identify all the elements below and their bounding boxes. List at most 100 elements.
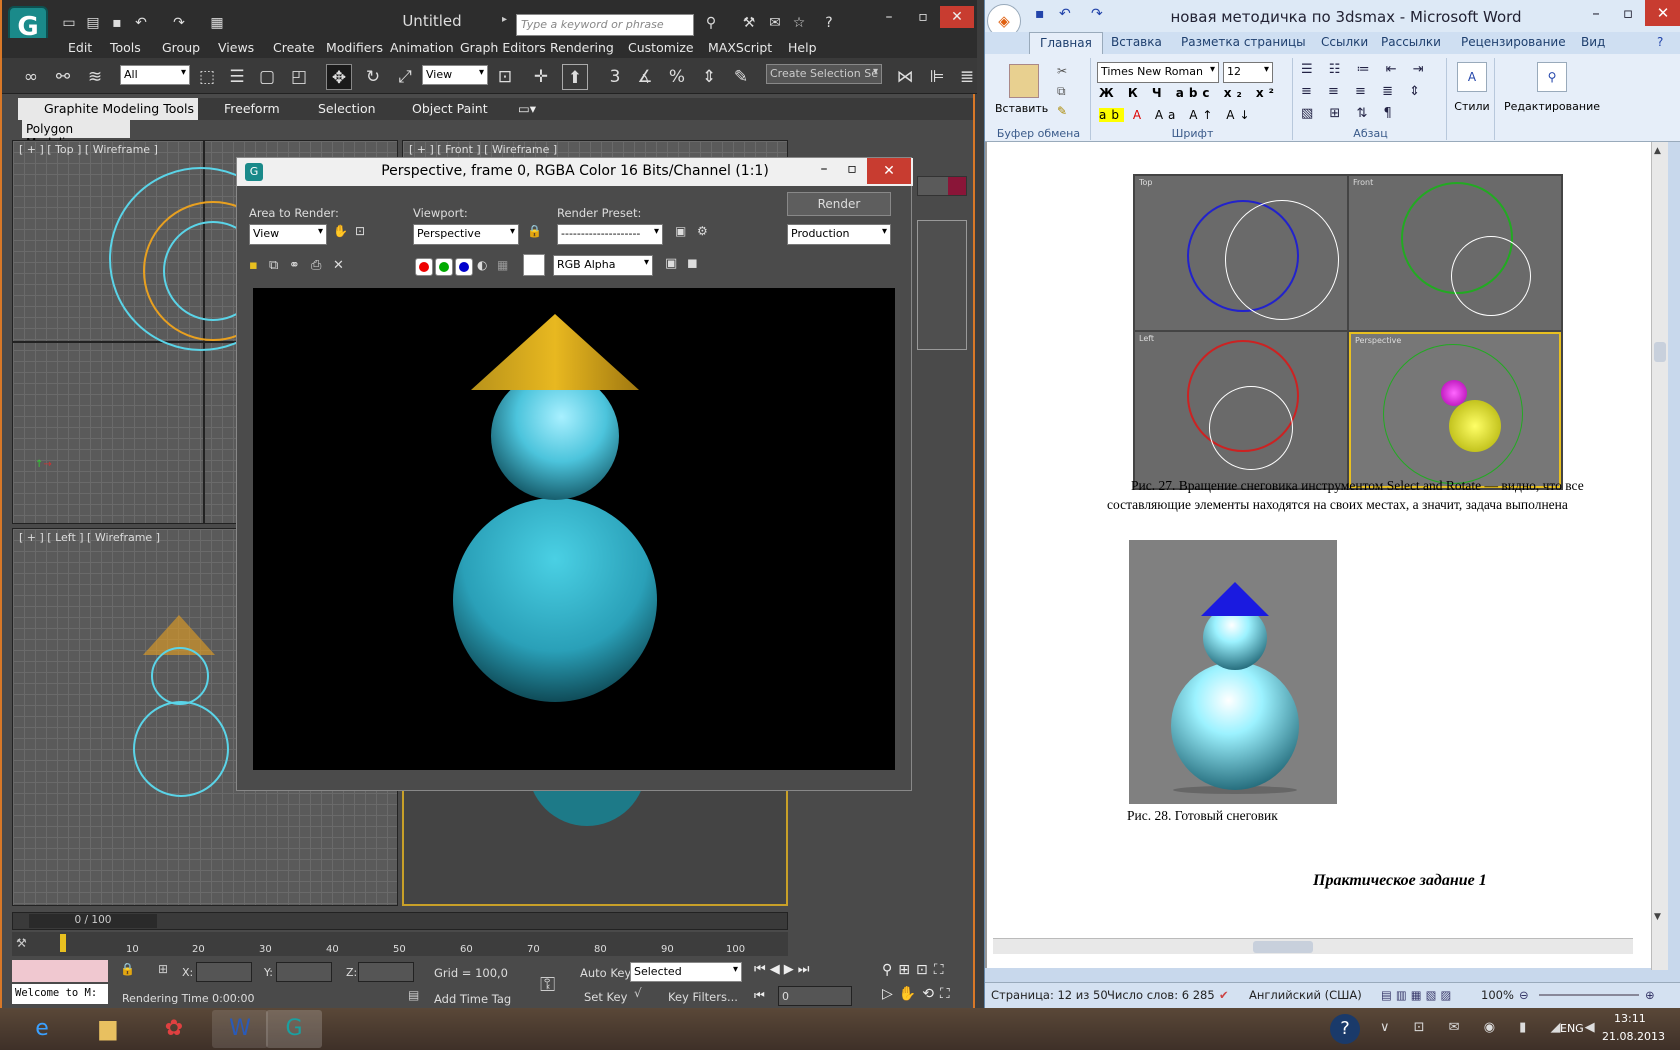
pivot-center-icon[interactable]: ⊡	[492, 64, 518, 90]
layer-manager-icon[interactable]: ≣	[954, 64, 980, 90]
key-filters-button[interactable]: Key Filters...	[668, 990, 738, 1004]
menu-graph-editors[interactable]: Graph Editors	[460, 40, 546, 55]
default-tangent-icon[interactable]: √	[634, 986, 642, 1000]
zoom-out-icon[interactable]: ⊖	[1519, 988, 1529, 1002]
search-expand-icon[interactable]: ▸	[502, 14, 507, 25]
zoom-slider[interactable]	[1539, 994, 1639, 996]
auto-region-icon[interactable]: ⊡	[355, 224, 365, 238]
add-time-tag-button[interactable]: Add Time Tag	[434, 992, 511, 1006]
tab-home[interactable]: Главная	[1029, 32, 1103, 54]
menu-customize[interactable]: Customize	[628, 40, 694, 55]
clock-date[interactable]: 21.08.2013	[1602, 1030, 1665, 1043]
clear-icon[interactable]: ✕	[333, 258, 344, 273]
save-image-icon[interactable]: ▪	[249, 258, 266, 273]
reference-coord-dropdown[interactable]: View	[422, 65, 488, 85]
render-preset-dropdown[interactable]: --------------------	[557, 224, 663, 245]
display-channel-dropdown[interactable]: RGB Alpha	[553, 255, 653, 276]
bind-space-warp-icon[interactable]: ≋	[82, 64, 108, 90]
menu-edit[interactable]: Edit	[68, 40, 92, 55]
viewport-dropdown[interactable]: Perspective	[413, 224, 519, 245]
x-coord-field[interactable]	[196, 962, 252, 982]
tab-page-layout[interactable]: Разметка страницы	[1181, 35, 1306, 49]
editing-button[interactable]: Редактирование	[1497, 100, 1607, 113]
angle-snap-icon[interactable]: ∡	[632, 64, 658, 90]
save-file-icon[interactable]: ▪	[106, 12, 128, 34]
link-icon[interactable]: ∞	[18, 64, 44, 90]
paste-button[interactable]: Вставить	[995, 102, 1048, 115]
word-save-icon[interactable]: ▪	[1035, 6, 1045, 22]
lock-viewport-icon[interactable]: 🔒	[527, 224, 542, 238]
maxscript-listener-pink[interactable]	[12, 960, 108, 982]
favorites-star-icon[interactable]: ☆	[788, 12, 810, 34]
ribbon-options-icon[interactable]: ▭▾	[518, 101, 536, 116]
set-keys-key-icon[interactable]: ⚿	[540, 972, 555, 996]
percent-snap-icon[interactable]: %	[664, 64, 690, 90]
select-object-icon[interactable]: ⬚	[194, 64, 220, 90]
select-by-name-icon[interactable]: ☰	[224, 64, 250, 90]
word-taskbar-icon[interactable]: W	[212, 1010, 268, 1048]
render-minimize-button[interactable]: –	[811, 161, 837, 177]
cut-icon[interactable]: ✂	[1057, 64, 1067, 78]
word-redo-icon[interactable]: ↷	[1091, 6, 1103, 22]
copy-icon[interactable]: ⧉	[1057, 84, 1066, 99]
render-button[interactable]: Render	[787, 192, 891, 216]
paste-icon[interactable]	[1009, 64, 1039, 98]
set-key-button[interactable]: Set Key	[584, 990, 627, 1004]
format-painter-icon[interactable]: ✎	[1057, 104, 1067, 118]
selection-filter-dropdown[interactable]: All	[120, 65, 190, 85]
text-format-buttons[interactable]: Ж К Ч abc x₂ x²	[1099, 86, 1279, 100]
word-help-icon[interactable]: ?	[1657, 35, 1663, 49]
menu-tools[interactable]: Tools	[110, 40, 141, 55]
spinner-snap-icon[interactable]: ⇕	[696, 64, 722, 90]
alpha-channel-icon[interactable]: ◐	[477, 258, 487, 272]
monochrome-icon[interactable]: ▦	[497, 258, 508, 272]
word-count[interactable]: Число слов: 6 285	[1107, 988, 1215, 1002]
key-set-dropdown[interactable]: Selected	[630, 962, 742, 982]
area-to-render-dropdown[interactable]: View	[249, 224, 327, 245]
current-frame-field[interactable]: 0	[778, 986, 852, 1006]
green-channel-toggle[interactable]	[435, 258, 453, 276]
3dsmax-taskbar-icon[interactable]: G	[266, 1010, 322, 1048]
word-undo-icon[interactable]: ↶	[1059, 6, 1071, 22]
key-mode-toggle-icon[interactable]: ⏮	[754, 988, 765, 1003]
subscription-icon[interactable]: ⚒	[738, 12, 760, 34]
shading-border-buttons[interactable]: ▧ ⊞ ⇅ ¶	[1301, 106, 1398, 121]
align-icon[interactable]: ⊫	[924, 64, 950, 90]
time-tag-icon[interactable]: ▤	[408, 988, 419, 1002]
internet-explorer-icon[interactable]: e	[14, 1010, 70, 1048]
y-coord-field[interactable]	[276, 962, 332, 982]
search-input[interactable]: Type a keyword or phrase	[516, 14, 694, 36]
redo-icon[interactable]: ↷	[168, 12, 190, 34]
styles-button[interactable]: Стили	[1451, 100, 1493, 113]
clock-time[interactable]: 13:11	[1614, 1012, 1646, 1025]
unlink-icon[interactable]: ⚯	[50, 64, 76, 90]
menu-create[interactable]: Create	[273, 40, 315, 55]
move-icon[interactable]: ✥	[326, 64, 352, 90]
time-slider[interactable]: 0 / 100	[12, 912, 788, 930]
language-indicator[interactable]: Английский (США)	[1249, 988, 1362, 1002]
file-explorer-icon[interactable]: ▆	[80, 1010, 136, 1048]
viewport-front-label[interactable]: [ + ] [ Front ] [ Wireframe ]	[409, 143, 557, 156]
select-manipulate-icon[interactable]: ✛	[528, 64, 554, 90]
styles-icon[interactable]: A	[1457, 62, 1487, 92]
absolute-mode-icon[interactable]: ⊞	[158, 962, 168, 976]
viewport-top-label[interactable]: [ + ] [ Top ] [ Wireframe ]	[19, 143, 158, 156]
app-colorful-icon[interactable]: ✿	[146, 1010, 202, 1048]
tab-freeform[interactable]: Freeform	[224, 101, 280, 116]
vertical-scroll-thumb[interactable]	[1654, 342, 1666, 362]
menu-maxscript[interactable]: MAXScript	[708, 40, 772, 55]
menu-help[interactable]: Help	[788, 40, 817, 55]
mirror-icon[interactable]: ⋈	[892, 64, 918, 90]
viewport-nav-orbit-icons[interactable]: ▷✋⟲⛶	[882, 986, 956, 1002]
keyboard-shortcut-icon[interactable]: ⬆	[562, 64, 588, 90]
tab-review[interactable]: Рецензирование	[1461, 35, 1566, 49]
new-file-icon[interactable]: ▭	[58, 12, 80, 34]
auto-key-button[interactable]: Auto Key	[580, 966, 631, 980]
tab-selection[interactable]: Selection	[318, 101, 376, 116]
max-maximize-button[interactable]: ▫	[906, 6, 940, 28]
undo-icon[interactable]: ↶	[130, 12, 152, 34]
scroll-up-icon[interactable]: ▲	[1654, 146, 1661, 156]
menu-group[interactable]: Group	[162, 40, 200, 55]
edit-region-icon[interactable]: ✋	[333, 224, 348, 238]
named-selection-icon[interactable]: ✎	[728, 64, 754, 90]
